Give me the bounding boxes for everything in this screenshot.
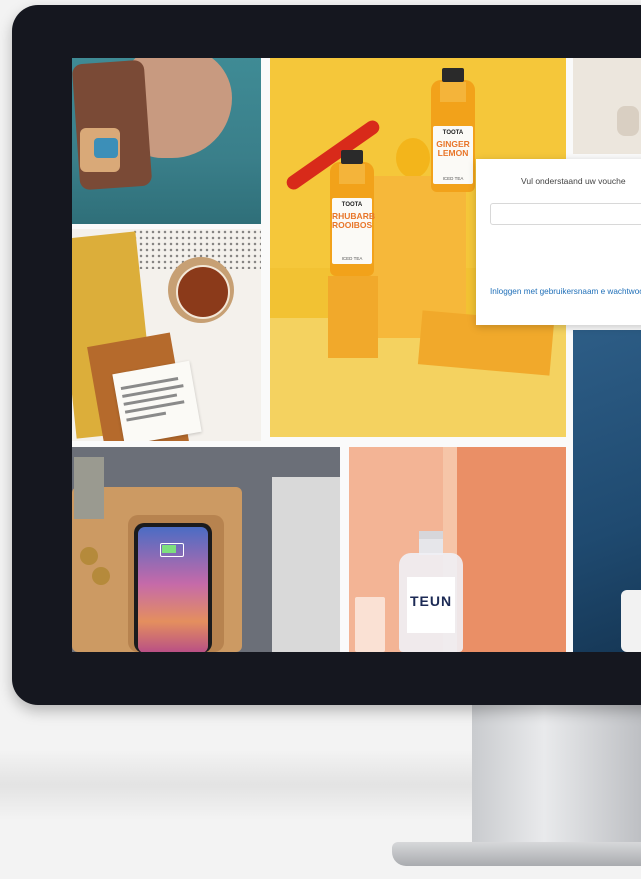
username-login-link[interactable]: Inloggen met gebruikersnaam e wachtwoord: [490, 286, 641, 297]
photo-tile-tea: [72, 229, 261, 441]
photo-tile-interior: [573, 58, 641, 154]
bottle-brand: TOOTA: [442, 130, 464, 136]
coin-shape: [80, 547, 98, 565]
voucher-input[interactable]: [490, 203, 641, 225]
gin-label-text: TEUN: [409, 593, 453, 609]
drinking-glass: [355, 597, 385, 652]
tea-glass: [176, 265, 230, 319]
voucher-login-panel: Vul onderstaand uw vouche Inloggen met g…: [476, 159, 641, 325]
monitor-screen: TOOTA RHUBARB ROOIBOS ICED TEA TOOTA GIN…: [72, 58, 641, 652]
lemon-shape: [396, 138, 430, 178]
photo-tile-phone-stand: [72, 447, 340, 652]
organizer-tray: [74, 457, 104, 519]
orange-wall: [457, 447, 566, 652]
voucher-prompt: Vul onderstaand uw vouche: [521, 176, 626, 186]
card-inner-shape: [94, 138, 118, 158]
photo-tile-blue: [573, 330, 641, 652]
coin-shape: [92, 567, 110, 585]
juice-bottle-left: TOOTA RHUBARB ROOIBOS ICED TEA: [330, 150, 375, 276]
monitor-stand-neck: [472, 700, 641, 850]
monitor-stand-foot: [392, 842, 641, 866]
battery-level: [162, 545, 176, 553]
bottle-flavour: RHUBARB ROOIBOS: [332, 211, 375, 230]
juice-bottle-right: TOOTA GINGER LEMON ICED TEA: [431, 68, 475, 192]
pedestal-small: [328, 276, 378, 358]
monitor-bezel: TOOTA RHUBARB ROOIBOS ICED TEA TOOTA GIN…: [12, 5, 641, 705]
bottle-label-left: TOOTA RHUBARB ROOIBOS ICED TEA: [332, 198, 375, 264]
photo-tile-wallet: [72, 58, 261, 224]
vase-shape: [617, 106, 639, 136]
glass-jar: [621, 590, 641, 652]
marble-slab: [272, 477, 340, 652]
tea-note-card: [112, 360, 202, 441]
photo-tile-gin-bottle: TEUN: [349, 447, 566, 652]
bottle-sub: ICED TEA: [442, 176, 464, 181]
bottle-brand: TOOTA: [341, 202, 363, 208]
bottle-flavour: GINGER LEMON: [436, 139, 470, 158]
bottle-label-right: TOOTA GINGER LEMON ICED TEA: [433, 126, 473, 184]
bottle-sub: ICED TEA: [341, 256, 363, 261]
